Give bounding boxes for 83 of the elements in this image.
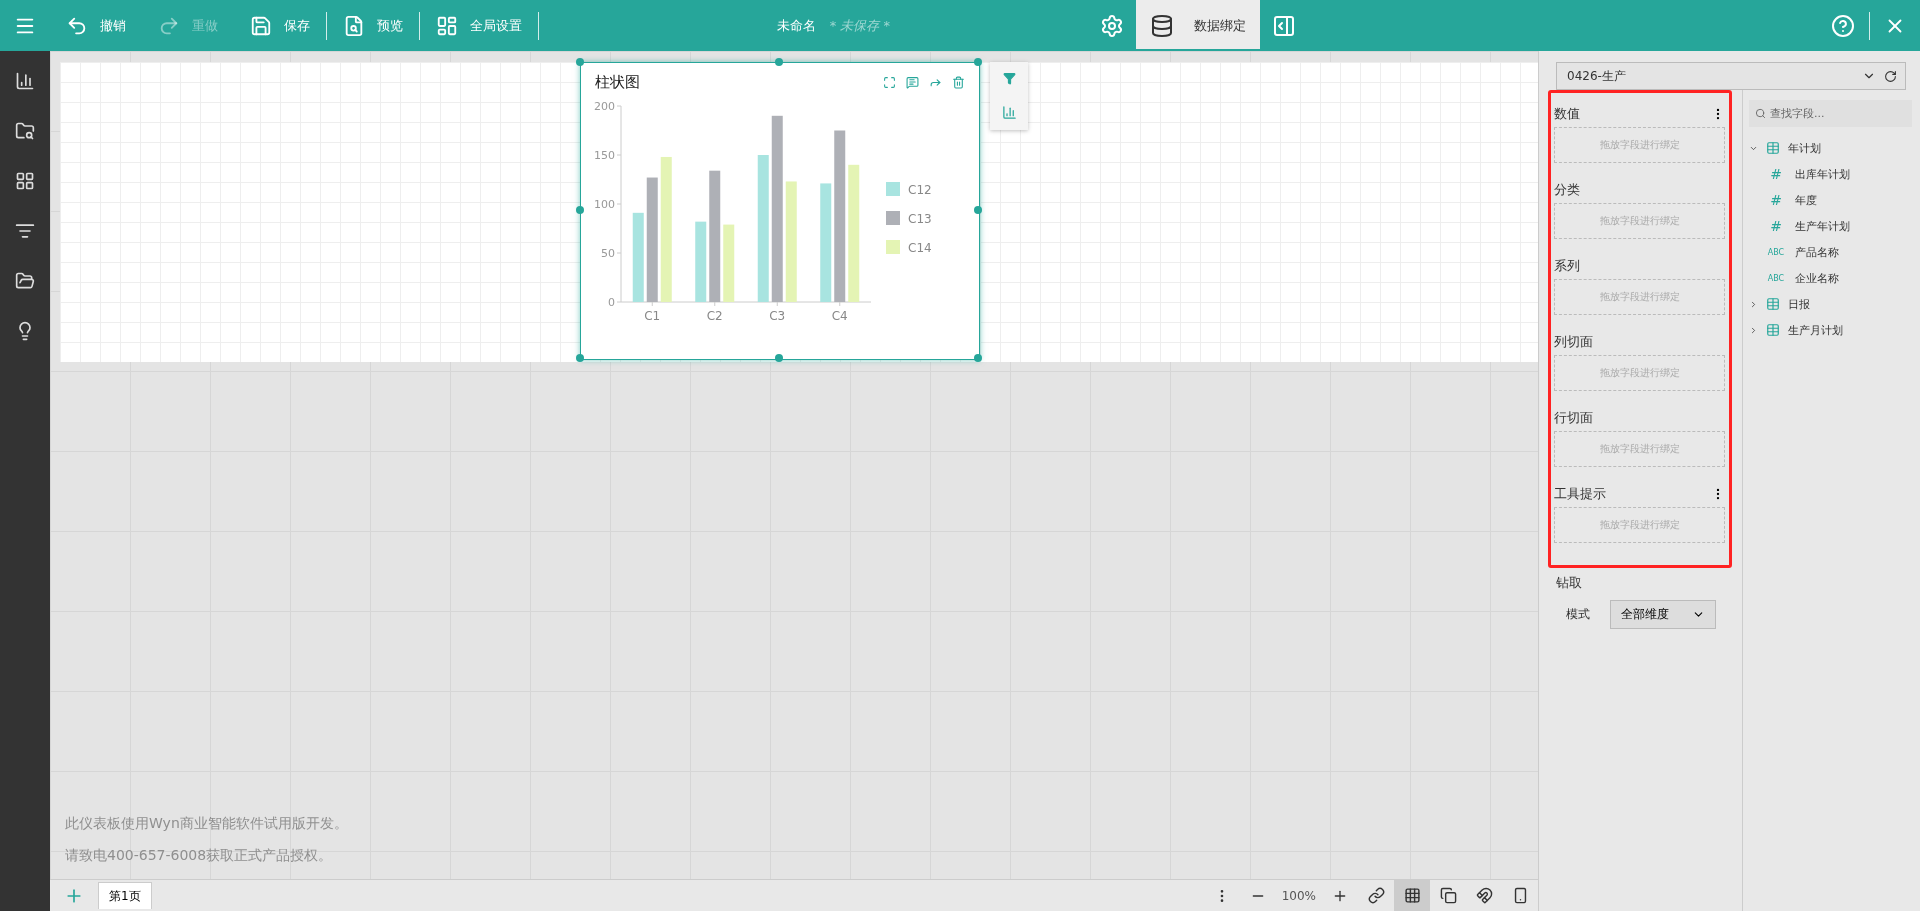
axis-label: 150 — [594, 149, 615, 162]
filter-icon[interactable] — [1002, 72, 1016, 85]
trial-notice: 请致电400-657-6008获取正式产品授权。 — [65, 847, 334, 865]
fullscreen-icon[interactable] — [883, 76, 896, 89]
collapse-icon — [1749, 325, 1758, 335]
field-item[interactable]: # 年度 — [1749, 187, 1912, 213]
legend-label: C13 — [908, 212, 932, 226]
delete-icon[interactable] — [952, 76, 965, 89]
section-title: 列切面 — [1554, 333, 1593, 351]
field-item[interactable]: 年计划 — [1749, 135, 1912, 161]
field-item[interactable]: # 生产年计划 — [1749, 213, 1912, 239]
field-label: 企业名称 — [1795, 270, 1839, 286]
search-input[interactable]: 查找字段... — [1770, 107, 1890, 120]
axis-label: C3 — [769, 309, 786, 323]
field-label: 日报 — [1788, 296, 1810, 312]
field-label: 生产月计划 — [1788, 322, 1843, 338]
legend-swatch — [886, 211, 900, 225]
field-item[interactable]: ABC 企业名称 — [1749, 265, 1912, 291]
table-icon — [1766, 141, 1780, 155]
axis-label: 200 — [594, 100, 615, 113]
axis-label: C2 — [706, 309, 723, 323]
page-tab[interactable]: 第1页 — [98, 882, 152, 909]
type-label: ABC — [1766, 247, 1786, 257]
resize-handle[interactable] — [974, 354, 982, 362]
database-icon — [1150, 13, 1174, 38]
field-label: 生产年计划 — [1795, 218, 1850, 234]
save-icon — [250, 14, 272, 37]
section-title: 数值 — [1554, 105, 1580, 123]
axis-label: C1 — [644, 309, 661, 323]
field-item[interactable]: 生产月计划 — [1749, 317, 1912, 343]
preview-icon — [343, 14, 365, 37]
section-title: 工具提示 — [1554, 485, 1606, 503]
field-item[interactable]: 日报 — [1749, 291, 1912, 317]
refresh-icon[interactable] — [1884, 69, 1897, 83]
zoom-level: 100% — [1280, 888, 1317, 903]
trial-notice: 此仪表板使用Wyn商业智能软件试用版开发。 — [65, 815, 349, 833]
document-title: 未命名 — [776, 16, 816, 35]
chart-title: 柱状图 — [595, 73, 640, 92]
type-label: # — [1769, 166, 1783, 182]
field-item[interactable]: # 出库年计划 — [1749, 161, 1912, 187]
field-label: 年计划 — [1788, 140, 1821, 156]
resize-handle[interactable] — [576, 58, 584, 66]
legend-swatch — [886, 240, 900, 254]
legend-label: C14 — [908, 241, 932, 255]
resize-handle[interactable] — [974, 58, 982, 66]
resize-handle[interactable] — [775, 58, 783, 66]
settings-icon — [1100, 13, 1124, 38]
resize-handle[interactable] — [576, 354, 584, 362]
resize-handle[interactable] — [576, 206, 584, 214]
field-label: 产品名称 — [1795, 244, 1839, 260]
type-label: # — [1769, 192, 1783, 208]
dataset-select[interactable]: 0426-生产 — [1556, 62, 1906, 90]
axis-label: 0 — [608, 296, 615, 309]
layout-icon — [436, 14, 458, 37]
collapse-icon — [1749, 299, 1758, 309]
resize-handle[interactable] — [974, 206, 982, 214]
panel-icon — [1272, 13, 1296, 38]
search-icon — [1755, 108, 1766, 119]
legend-label: C12 — [908, 183, 932, 197]
section-title: 分类 — [1554, 181, 1580, 199]
panel-tab[interactable]: 数据绑定 — [1136, 0, 1260, 51]
type-label: # — [1769, 218, 1783, 234]
share-icon[interactable] — [929, 76, 942, 89]
axis-label: 50 — [601, 247, 615, 260]
save-status: * 未保存 * — [829, 16, 891, 35]
section-title: 钻取 — [1556, 574, 1583, 592]
type-label: ABC — [1766, 273, 1786, 283]
table-icon — [1766, 323, 1780, 337]
table-icon — [1766, 297, 1780, 311]
field-item[interactable]: ABC 产品名称 — [1749, 239, 1912, 265]
legend-swatch — [886, 182, 900, 196]
mode-select[interactable]: 全部维度 — [1610, 600, 1716, 629]
axis-label: C4 — [831, 309, 848, 323]
field-label: 出库年计划 — [1795, 166, 1850, 182]
section-title: 系列 — [1554, 257, 1580, 275]
resize-handle[interactable] — [775, 354, 783, 362]
field-label: 年度 — [1795, 192, 1817, 208]
search-field[interactable]: 查找字段... — [1749, 100, 1912, 127]
field-label: 模式 — [1566, 606, 1590, 623]
grid-icon[interactable] — [1394, 880, 1430, 911]
comment-icon[interactable] — [906, 76, 919, 89]
section-title: 行切面 — [1554, 409, 1593, 427]
axis-label: 100 — [594, 198, 615, 211]
